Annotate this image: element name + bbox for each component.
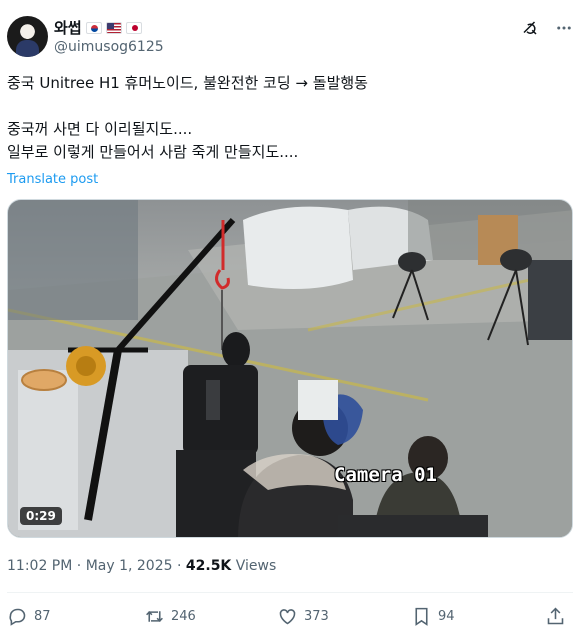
tweet-line: 중국 Unitree H1 휴머노이드, 불완전한 코딩 → 돌발행동	[7, 74, 368, 92]
reply-button[interactable]: 87	[7, 606, 51, 627]
views-count[interactable]: 42.5K	[186, 558, 231, 574]
like-button[interactable]: 373	[277, 606, 329, 627]
jp-flag-icon	[125, 21, 142, 34]
reply-icon	[9, 608, 26, 626]
action-bar: 87 246 373 94	[7, 606, 573, 632]
tweet-line: 일부로 이렇게 만들어서 사람 죽게 만들지도....	[7, 143, 299, 161]
bookmark-count: 94	[438, 609, 455, 624]
heart-icon	[279, 609, 296, 625]
meta-separator: ·	[176, 558, 182, 574]
tweet-line-blank	[7, 95, 567, 118]
post-time[interactable]: 11:02 PM	[7, 558, 72, 574]
video-player[interactable]: Camera 01 0:29	[7, 199, 573, 538]
kr-flag-icon	[85, 21, 102, 34]
share-icon	[547, 607, 564, 625]
us-flag-icon	[105, 21, 122, 34]
bookmark-icon	[415, 607, 428, 626]
post-date[interactable]: May 1, 2025	[86, 558, 173, 574]
reply-count: 87	[34, 609, 51, 624]
tweet-line: 중국꺼 사면 다 이리될지도....	[7, 120, 193, 138]
video-duration: 0:29	[20, 507, 62, 525]
meta-separator: ·	[76, 558, 82, 574]
like-count: 373	[304, 609, 329, 624]
tweet-text: 중국 Unitree H1 휴머노이드, 불완전한 코딩 → 돌발행동 중국꺼 …	[7, 72, 567, 164]
grok-icon[interactable]	[520, 18, 540, 38]
camera-label: Camera 01	[334, 464, 437, 486]
avatar[interactable]	[7, 16, 48, 57]
post-meta: 11:02 PM · May 1, 2025 · 42.5K Views	[7, 558, 276, 574]
display-name[interactable]: 와썹	[54, 17, 82, 38]
author-handle[interactable]: @uimusog6125	[54, 39, 164, 55]
views-label: Views	[235, 558, 277, 574]
author-name-row: 와썹	[54, 17, 142, 38]
video-frame	[8, 200, 572, 537]
repost-button[interactable]: 246	[144, 606, 196, 627]
repost-icon	[146, 611, 163, 622]
header-actions	[520, 18, 574, 38]
divider	[7, 592, 573, 593]
bookmark-button[interactable]: 94	[411, 606, 455, 627]
post-header: 와썹 @uimusog6125	[7, 14, 574, 60]
repost-count: 246	[171, 609, 196, 624]
share-button[interactable]	[545, 606, 566, 627]
more-icon[interactable]	[554, 18, 574, 38]
translate-post-link[interactable]: Translate post	[7, 172, 98, 187]
